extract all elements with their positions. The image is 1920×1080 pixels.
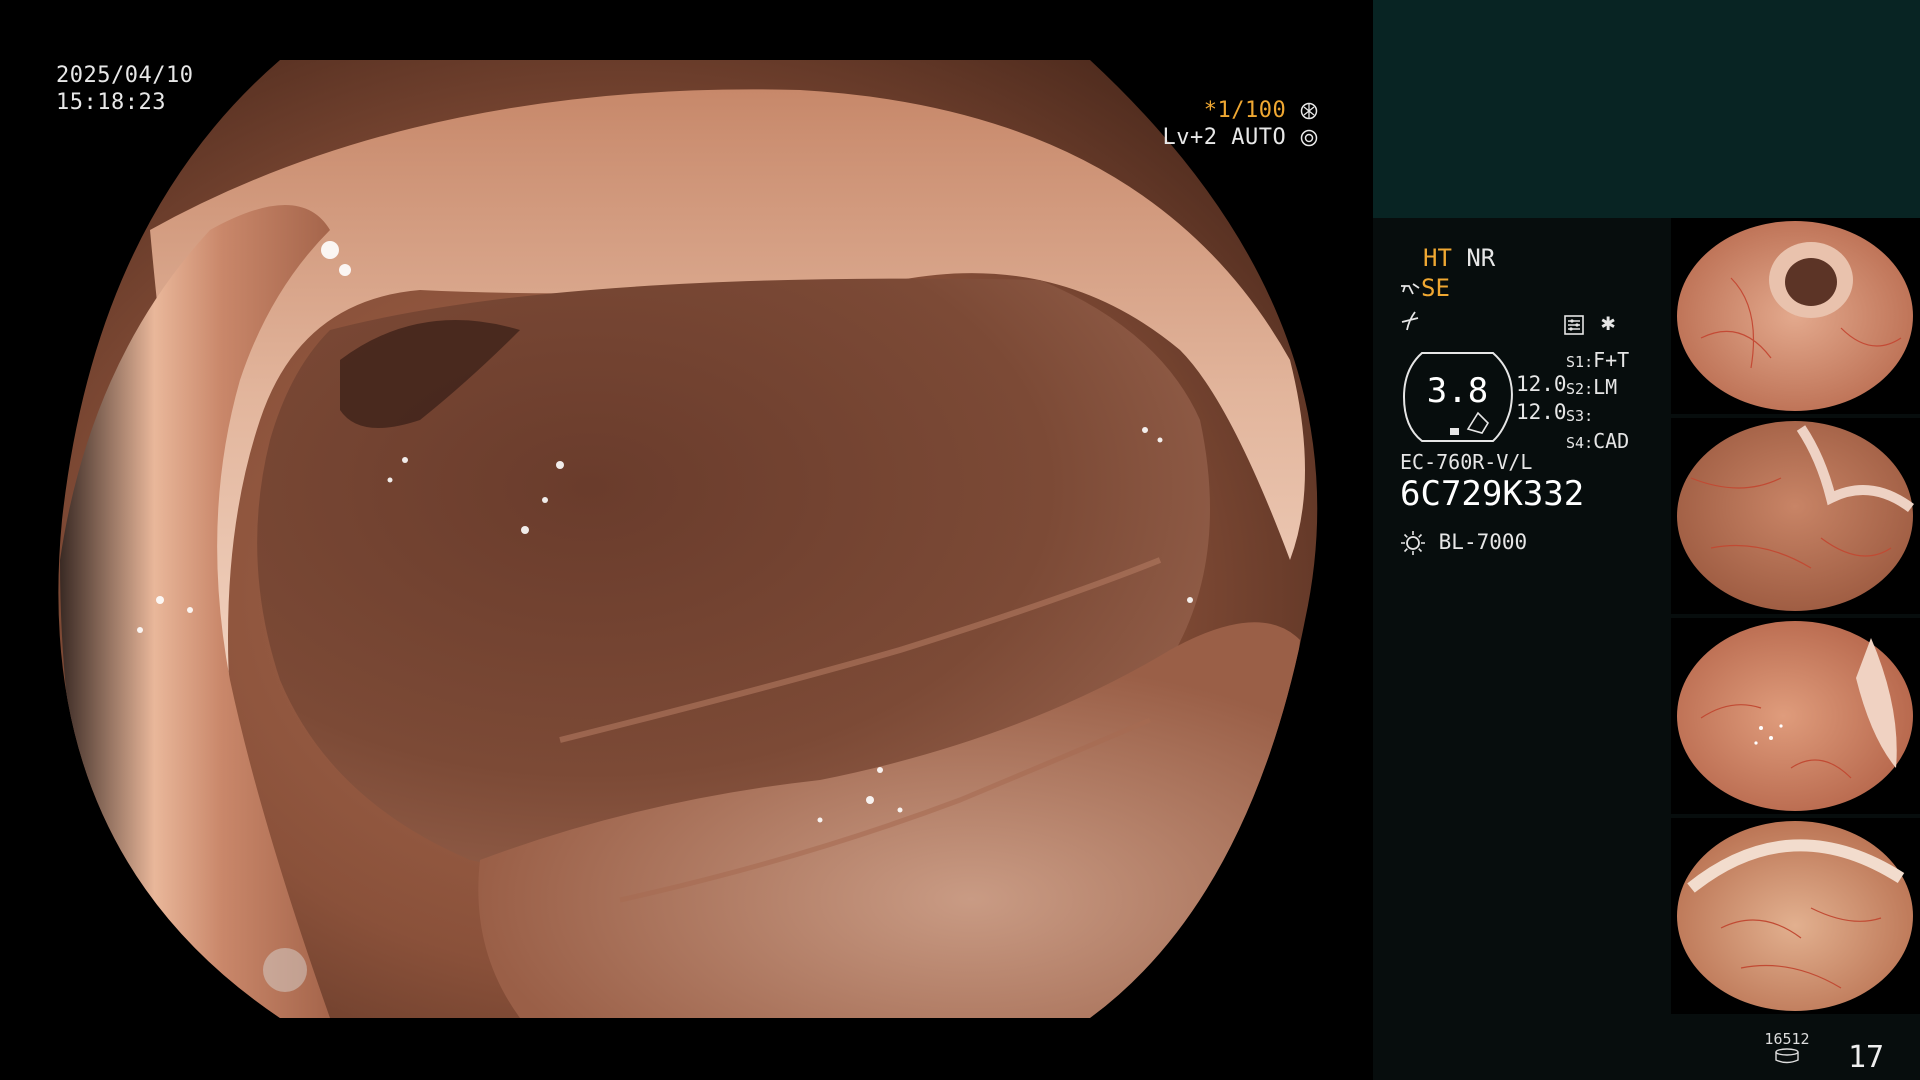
captured-images-strip: [1671, 218, 1920, 1018]
endoscopy-screen: 2025/04/10 15:18:23 *1/100 Lv+2 AUTO HT …: [0, 0, 1920, 1080]
processor-status: HT NR SE ✱ 3.8 12.0 12.0 S1:F+T S2:LM S3…: [1373, 218, 1673, 1080]
light-source-row: BL-7000: [1400, 528, 1527, 556]
shutter-speed-text: *1/100: [1203, 98, 1287, 123]
time-text: 15:18:23: [56, 90, 166, 115]
nr-label: NR: [1466, 244, 1496, 272]
frame-counter: 17: [1848, 1040, 1885, 1075]
captured-image-thumbnail[interactable]: [1671, 218, 1920, 414]
thumbnail-image: [1677, 821, 1913, 1011]
switch-row-s2: S2:LM: [1566, 375, 1618, 399]
thumbnail-image: [1677, 621, 1913, 811]
captured-image-thumbnail[interactable]: [1671, 818, 1920, 1014]
exposure-display: *1/100 Lv+2 AUTO: [1118, 97, 1318, 151]
se-icon: [1401, 283, 1420, 295]
info-panel-header-block: [1373, 0, 1920, 218]
thumbnail-image: [1677, 421, 1914, 611]
se-label: SE: [1421, 274, 1450, 302]
storage-count: 16512: [1764, 1030, 1810, 1048]
captured-image-thumbnail[interactable]: [1671, 418, 1920, 614]
gauge-value: 3.8: [1426, 371, 1489, 411]
captured-image-thumbnail[interactable]: [1671, 618, 1920, 814]
filter-indicator: [1399, 306, 1421, 334]
switch-row-s1: S1:F+T: [1566, 348, 1630, 372]
endoscope-live-view: 2025/04/10 15:18:23 *1/100 Lv+2 AUTO: [0, 0, 1373, 1080]
endoscopic-image: [58, 60, 1318, 1018]
date-text: 2025/04/10: [56, 63, 194, 88]
settings-icon: [1564, 315, 1584, 335]
ht-nr-indicator: HT NR: [1423, 244, 1495, 272]
settings-indicator: [1563, 310, 1585, 338]
asterisk-indicator: ✱: [1601, 308, 1616, 336]
serial-number-text: 6C729K332: [1400, 474, 1585, 514]
auto-icon: [1300, 129, 1318, 147]
storage-indicator: 16512: [1762, 1030, 1812, 1068]
param-b-value: 12.0: [1516, 400, 1567, 424]
shutter-icon: [1300, 102, 1318, 120]
ht-label: HT: [1423, 244, 1452, 272]
filter-icon: [1401, 311, 1419, 331]
param-a-value: 12.0: [1516, 372, 1567, 396]
storage-icon: [1775, 1048, 1799, 1064]
date-time-display: 2025/04/10 15:18:23: [56, 62, 193, 116]
scope-model-text: EC-760R-V/L: [1400, 450, 1533, 474]
scope-switch-list: S1:F+T S2:LM S3: S4:CAD: [1566, 348, 1629, 456]
light-source-label: BL-7000: [1438, 530, 1528, 554]
switch-row-s4: S4:CAD: [1566, 429, 1630, 453]
switch-row-s3: S3:: [1566, 407, 1594, 425]
level-text: Lv+2 AUTO: [1162, 125, 1287, 150]
light-icon: [1401, 531, 1425, 555]
thumbnail-image: [1677, 221, 1913, 411]
se-indicator: SE: [1399, 274, 1450, 302]
gauge-display: 3.8: [1400, 351, 1515, 443]
